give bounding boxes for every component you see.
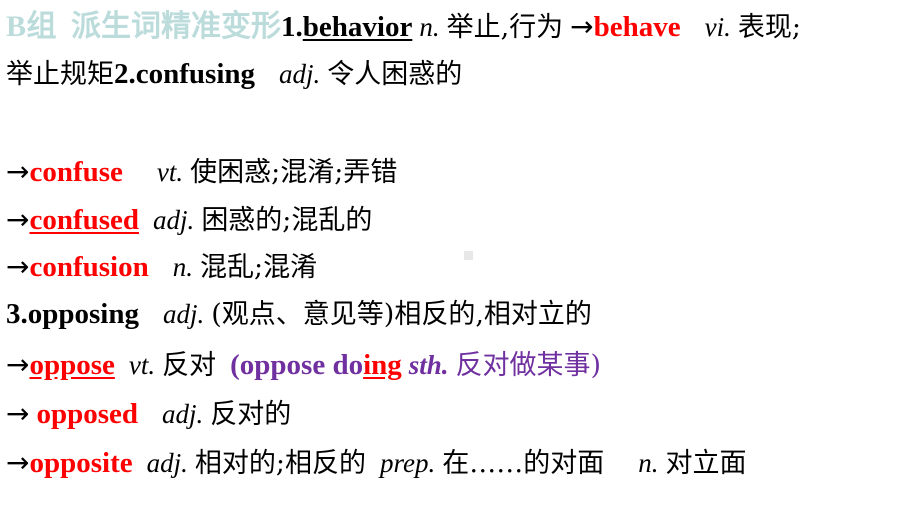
headword-confused: confused	[29, 204, 140, 236]
pos-confusion: n.	[172, 252, 193, 282]
text-line-4: →confused adj. 困惑的;混乱的	[6, 206, 372, 235]
meaning-opposing: (观点、意见等)相反的,相对立的	[211, 299, 592, 330]
pos-confuse: vt.	[156, 157, 184, 187]
pos-opposite-adj: adj.	[146, 448, 188, 478]
group-tag: B组	[6, 10, 58, 43]
pos-opposed: adj.	[162, 399, 204, 429]
pos-confusing: adj.	[279, 59, 321, 89]
headword-behavior: behavior	[302, 11, 413, 43]
meaning-behavior: 举止,行为	[446, 12, 564, 43]
meaning-behave: 表现;	[737, 12, 801, 43]
slide-canvas: B组 派生词精准变形1.behavior n. 举止,行为 →behave vi. 表现; …	[0, 0, 920, 518]
arrow-icon: →	[570, 10, 594, 43]
group-label: 派生词精准变形	[71, 9, 282, 44]
meaning-opposite-n: 对立面	[665, 448, 747, 479]
entry-number-3: 3.	[6, 298, 28, 330]
meaning-opposite-adj: 相对的;相反的	[194, 448, 366, 479]
gray-square-artifact	[464, 251, 473, 260]
meaning-opposite-prep: 在……的对面	[442, 448, 605, 479]
text-line-2: 举止规矩2.confusing adj. 令人困惑的	[6, 60, 462, 89]
meaning-confusing: 令人困惑的	[327, 59, 463, 90]
note-ing-highlight: ing	[363, 349, 402, 381]
meaning-confused: 困惑的;混乱的	[201, 205, 373, 236]
text-line-3: →confuse vt. 使困惑;混淆;弄错	[6, 158, 397, 187]
arrow-icon: →	[6, 250, 30, 283]
headword-behave: behave	[593, 11, 681, 43]
headword-oppose: oppose	[29, 349, 115, 381]
note-oppose-doing-open: (oppose do	[230, 349, 364, 381]
arrow-icon: →	[6, 348, 30, 381]
text-line-9: →opposite adj. 相对的;相反的 prep. 在……的对面 n. 对立面	[6, 449, 746, 478]
arrow-icon: →	[6, 203, 30, 236]
text-line-7: →oppose vt. 反对 (oppose doing sth. 反对做某事)	[6, 351, 601, 380]
pos-confused: adj.	[153, 205, 195, 235]
headword-confusion: confusion	[29, 251, 149, 283]
text-line-1: B组 派生词精准变形1.behavior n. 举止,行为 →behave vi. 表现;	[6, 12, 801, 42]
meaning-oppose: 反对	[162, 350, 217, 381]
headword-opposed: opposed	[36, 398, 139, 430]
headword-confuse: confuse	[29, 156, 123, 188]
headword-opposing: opposing	[27, 298, 139, 330]
pos-opposing: adj.	[162, 299, 205, 329]
pos-behavior: n.	[419, 12, 440, 42]
pos-opposite-prep: prep.	[379, 448, 436, 478]
note-chinese-gloss: 反对做某事)	[455, 350, 602, 381]
text-line-6: 3.opposing adj. (观点、意见等)相反的,相对立的	[6, 300, 592, 329]
pos-opposite-n: n.	[638, 448, 659, 478]
meaning-confuse: 使困惑;混淆;弄错	[190, 157, 398, 188]
arrow-icon: →	[6, 155, 30, 188]
entry-number-1: 1.	[281, 11, 303, 43]
text-line-5: →confusion n. 混乱;混淆	[6, 253, 317, 282]
arrow-icon: →	[6, 446, 30, 479]
meaning-confusion: 混乱;混淆	[199, 252, 318, 283]
meaning-opposed: 反对的	[210, 399, 292, 430]
pos-behave: vi.	[704, 12, 731, 42]
arrow-icon: →	[6, 397, 30, 430]
headword-opposite: opposite	[29, 447, 133, 479]
meaning-behave-cont: 举止规矩	[6, 59, 114, 90]
pos-oppose: vt.	[128, 350, 156, 380]
entry-number-2: 2.	[114, 58, 136, 90]
text-line-8: → opposed adj. 反对的	[6, 400, 291, 429]
headword-confusing: confusing	[135, 58, 256, 90]
note-sth-abbr: sth.	[408, 350, 449, 380]
